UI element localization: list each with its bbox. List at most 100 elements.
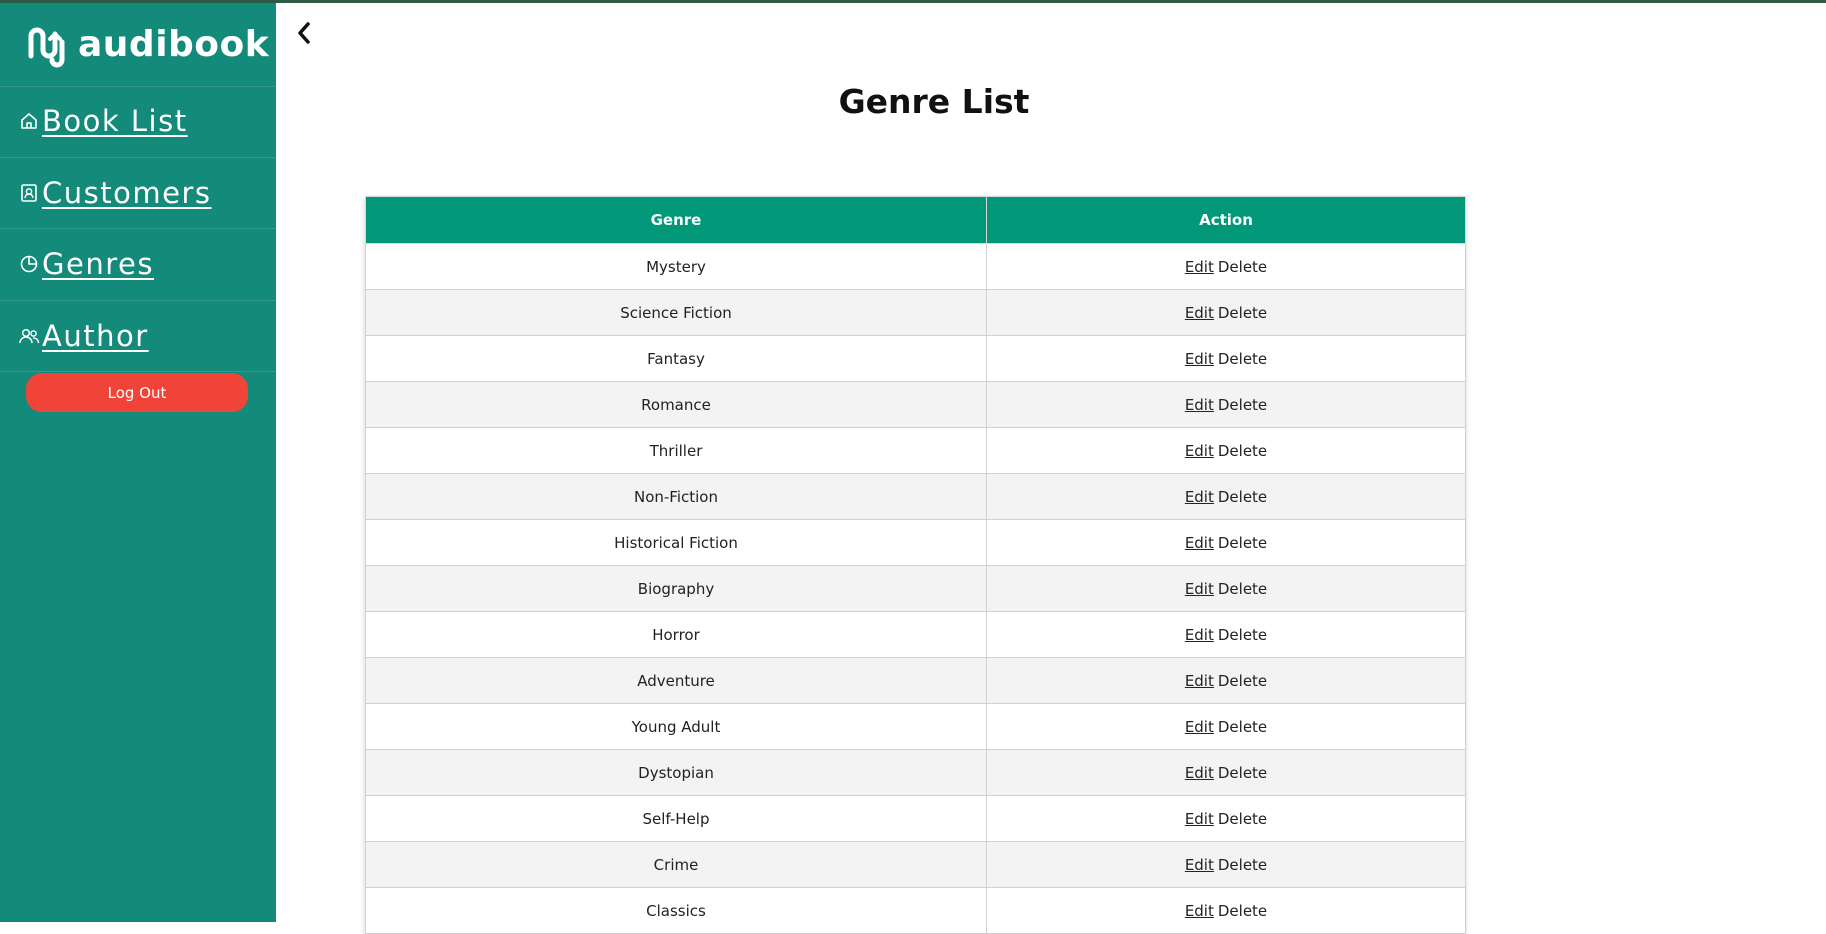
brand-logo[interactable]: audibook — [26, 20, 269, 70]
edit-link[interactable]: Edit — [1185, 856, 1214, 874]
table-row: Non-Fiction Edit Delete — [365, 473, 1466, 520]
genre-cell: Adventure — [365, 657, 987, 704]
genre-cell: Crime — [365, 841, 987, 888]
action-cell: Edit Delete — [986, 657, 1466, 704]
back-button[interactable] — [292, 18, 316, 48]
house-icon — [18, 110, 40, 132]
chevron-left-icon — [298, 22, 310, 44]
delete-button[interactable]: Delete — [1218, 672, 1267, 690]
delete-button[interactable]: Delete — [1218, 626, 1267, 644]
genre-cell: Thriller — [365, 427, 987, 474]
delete-button[interactable]: Delete — [1218, 304, 1267, 322]
action-cell: Edit Delete — [986, 703, 1466, 750]
edit-link[interactable]: Edit — [1185, 672, 1214, 690]
edit-link[interactable]: Edit — [1185, 258, 1214, 276]
edit-link[interactable]: Edit — [1185, 350, 1214, 368]
delete-button[interactable]: Delete — [1218, 580, 1267, 598]
users-icon — [18, 325, 40, 347]
delete-button[interactable]: Delete — [1218, 856, 1267, 874]
genre-cell: Romance — [365, 381, 987, 428]
sidebar-item-customers[interactable]: Customers — [18, 173, 211, 213]
genre-cell: Classics — [365, 887, 987, 934]
column-header-action: Action — [986, 196, 1466, 244]
delete-button[interactable]: Delete — [1218, 442, 1267, 460]
table-header-row: Genre Action — [365, 196, 1466, 244]
brand-name: audibook — [78, 24, 270, 65]
sidebar-item-author[interactable]: Author — [18, 316, 149, 356]
edit-link[interactable]: Edit — [1185, 764, 1214, 782]
delete-button[interactable]: Delete — [1218, 718, 1267, 736]
delete-button[interactable]: Delete — [1218, 902, 1267, 920]
edit-link[interactable]: Edit — [1185, 442, 1214, 460]
nav-divider — [0, 371, 276, 372]
table-row: Romance Edit Delete — [365, 381, 1466, 428]
table-row: Young Adult Edit Delete — [365, 703, 1466, 750]
edit-link[interactable]: Edit — [1185, 626, 1214, 644]
action-cell: Edit Delete — [986, 335, 1466, 382]
pie-chart-icon — [18, 253, 40, 275]
page-title: Genre List — [838, 82, 1030, 121]
action-cell: Edit Delete — [986, 473, 1466, 520]
table-row: Fantasy Edit Delete — [365, 335, 1466, 382]
sidebar-item-label: Customers — [42, 176, 212, 210]
sidebar-item-book-list[interactable]: Book List — [18, 101, 188, 141]
table-row: Dystopian Edit Delete — [365, 749, 1466, 796]
genre-cell: Biography — [365, 565, 987, 612]
table-row: Historical Fiction Edit Delete — [365, 519, 1466, 566]
table-row: Science Fiction Edit Delete — [365, 289, 1466, 336]
action-cell: Edit Delete — [986, 887, 1466, 934]
column-header-genre: Genre — [365, 196, 987, 244]
action-cell: Edit Delete — [986, 841, 1466, 888]
edit-link[interactable]: Edit — [1185, 718, 1214, 736]
edit-link[interactable]: Edit — [1185, 304, 1214, 322]
genre-cell: Horror — [365, 611, 987, 658]
sidebar-item-label: Author — [42, 319, 149, 353]
genre-cell: Young Adult — [365, 703, 987, 750]
genre-cell: Mystery — [365, 243, 987, 290]
action-cell: Edit Delete — [986, 243, 1466, 290]
delete-button[interactable]: Delete — [1218, 764, 1267, 782]
sidebar-item-genres[interactable]: Genres — [18, 244, 154, 284]
table-row: Thriller Edit Delete — [365, 427, 1466, 474]
genre-table: Genre Action Mystery Edit Delete Science Fi… — [365, 196, 1466, 934]
delete-button[interactable]: Delete — [1218, 258, 1267, 276]
sidebar-item-label: Genres — [42, 247, 154, 281]
table-row: Self-Help Edit Delete — [365, 795, 1466, 842]
delete-button[interactable]: Delete — [1218, 396, 1267, 414]
table-row: Mystery Edit Delete — [365, 243, 1466, 290]
genre-cell: Science Fiction — [365, 289, 987, 336]
sidebar: audibook Book List Customers Genres Auth… — [0, 0, 276, 922]
contact-card-icon — [18, 182, 40, 204]
action-cell: Edit Delete — [986, 749, 1466, 796]
logout-button[interactable]: Log Out — [26, 373, 248, 412]
genre-cell: Dystopian — [365, 749, 987, 796]
edit-link[interactable]: Edit — [1185, 580, 1214, 598]
edit-link[interactable]: Edit — [1185, 488, 1214, 506]
table-row: Adventure Edit Delete — [365, 657, 1466, 704]
delete-button[interactable]: Delete — [1218, 350, 1267, 368]
table-row: Horror Edit Delete — [365, 611, 1466, 658]
nav-divider — [0, 228, 276, 229]
table-row: Classics Edit Delete — [365, 887, 1466, 934]
action-cell: Edit Delete — [986, 381, 1466, 428]
nav-divider — [0, 157, 276, 158]
nav-divider — [0, 300, 276, 301]
action-cell: Edit Delete — [986, 519, 1466, 566]
audibook-logo-icon — [28, 27, 65, 68]
delete-button[interactable]: Delete — [1218, 534, 1267, 552]
delete-button[interactable]: Delete — [1218, 810, 1267, 828]
genre-cell: Self-Help — [365, 795, 987, 842]
action-cell: Edit Delete — [986, 427, 1466, 474]
top-border — [0, 0, 1826, 3]
edit-link[interactable]: Edit — [1185, 534, 1214, 552]
table-body: Mystery Edit Delete Science Fiction Edit Dele… — [365, 243, 1466, 934]
action-cell: Edit Delete — [986, 611, 1466, 658]
delete-button[interactable]: Delete — [1218, 488, 1267, 506]
table-row: Biography Edit Delete — [365, 565, 1466, 612]
edit-link[interactable]: Edit — [1185, 396, 1214, 414]
sidebar-item-label: Book List — [42, 104, 188, 138]
genre-cell: Fantasy — [365, 335, 987, 382]
action-cell: Edit Delete — [986, 565, 1466, 612]
edit-link[interactable]: Edit — [1185, 810, 1214, 828]
edit-link[interactable]: Edit — [1185, 902, 1214, 920]
